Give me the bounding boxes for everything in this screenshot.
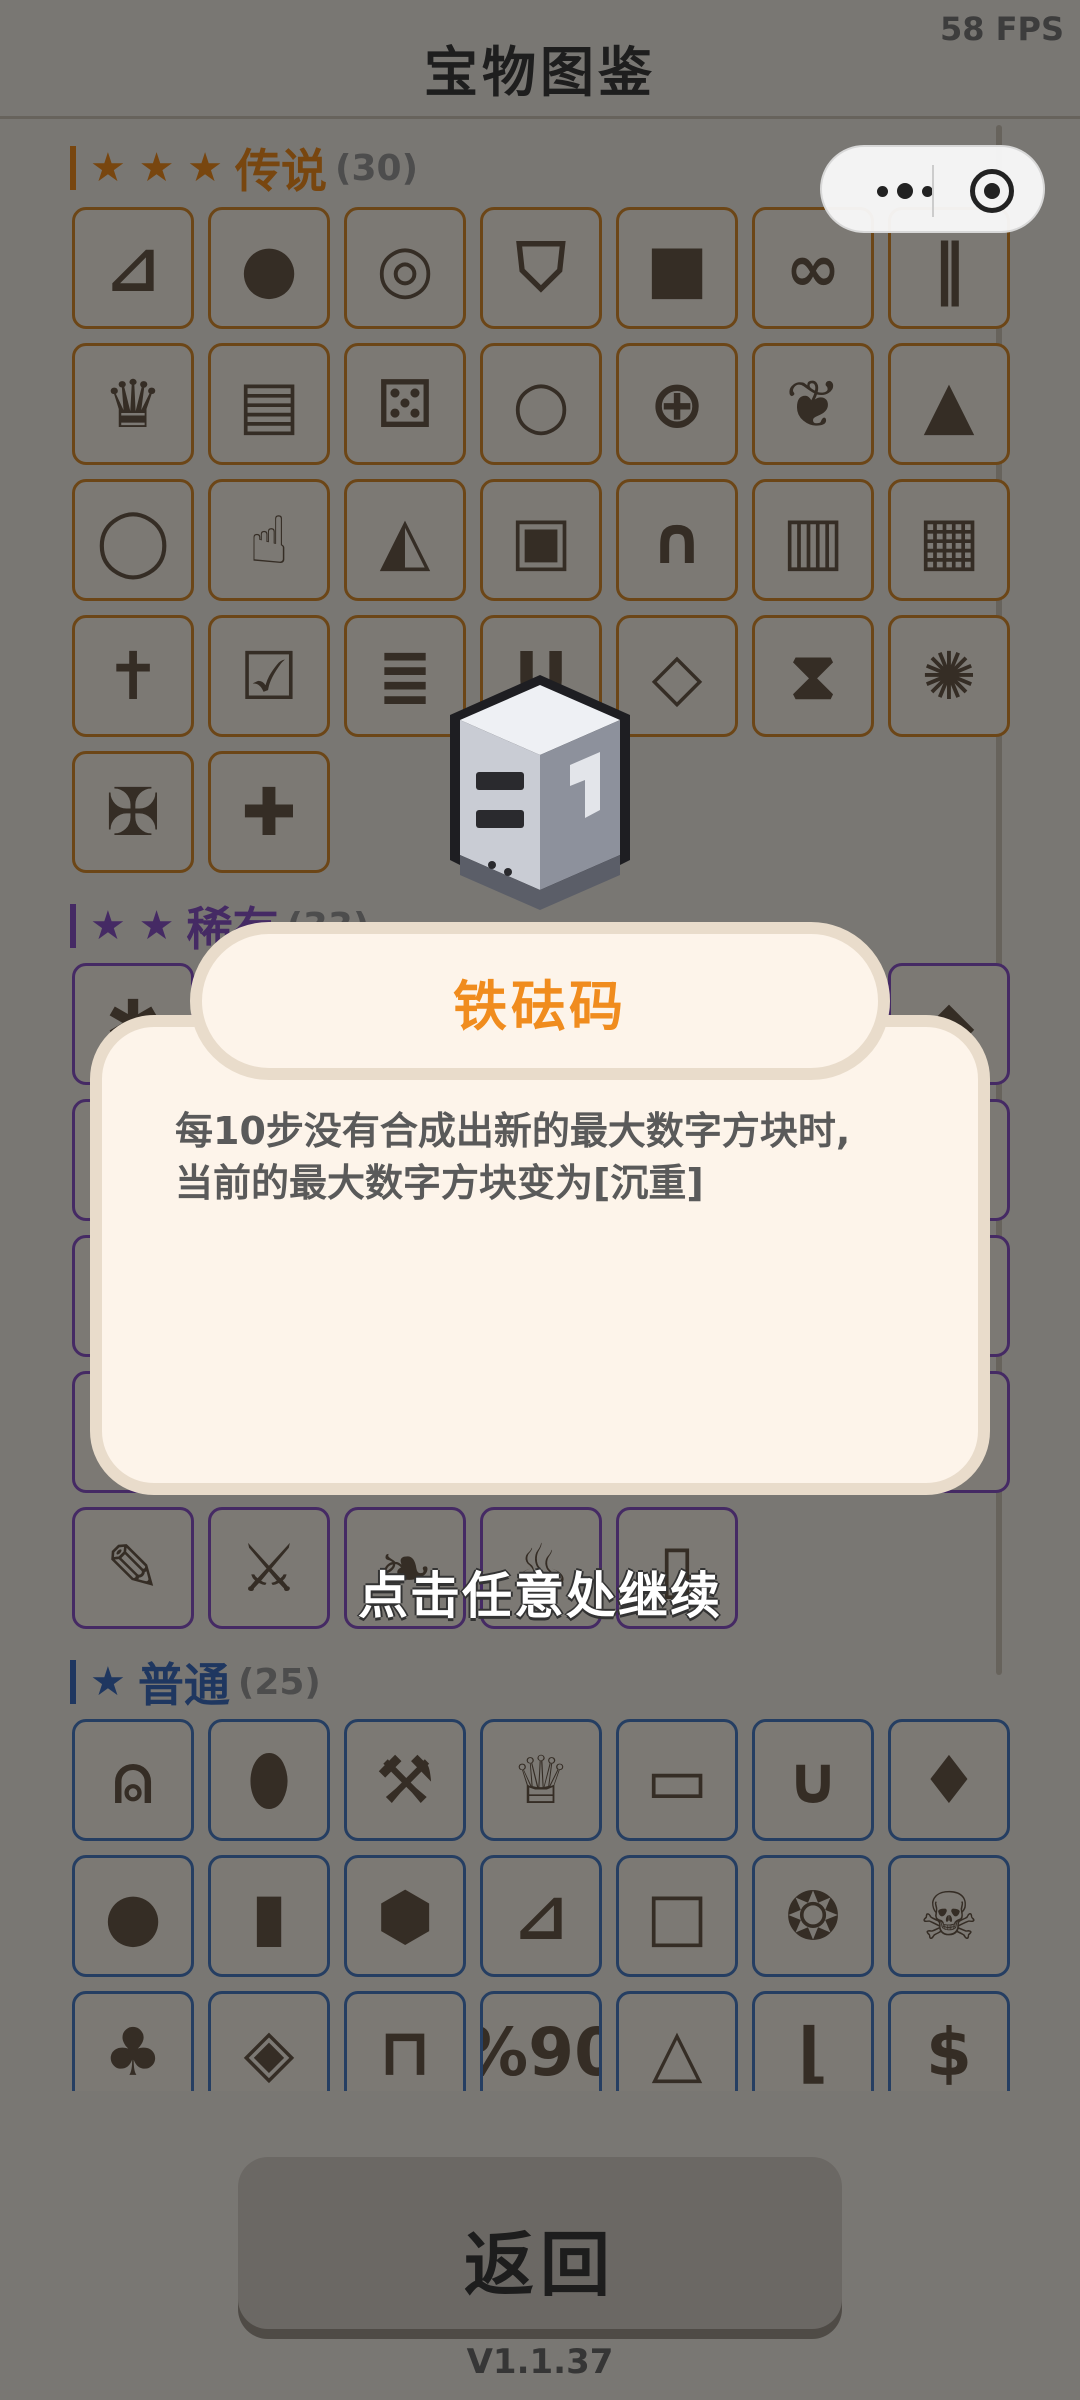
app-root: 宝物图鉴 58 FPS ★ ★ ★ 传说 (30) ⊿●◎⛉■∞‖♛▤⚄○⊕❦▲… <box>0 0 1080 2400</box>
item-title-banner: 铁砝码 <box>190 922 890 1080</box>
item-description-line: 每10步没有合成出新的最大数字方块时, <box>175 1109 851 1153</box>
item-name: 铁砝码 <box>453 974 627 1038</box>
close-miniprogram-icon[interactable] <box>970 169 1014 213</box>
item-description: 每10步没有合成出新的最大数字方块时, 当前的最大数字方块变为[沉重] <box>175 1105 935 1209</box>
more-options-icon[interactable] <box>850 173 960 209</box>
item-description-line: 当前的最大数字方块变为[沉重] <box>175 1161 704 1205</box>
item-detail-panel <box>90 1015 990 1495</box>
iron-weight-icon <box>450 675 630 910</box>
capsule-divider <box>932 165 934 217</box>
miniprogram-capsule <box>820 145 1045 233</box>
tap-to-continue-hint: 点击任意处继续 <box>358 1567 722 1625</box>
